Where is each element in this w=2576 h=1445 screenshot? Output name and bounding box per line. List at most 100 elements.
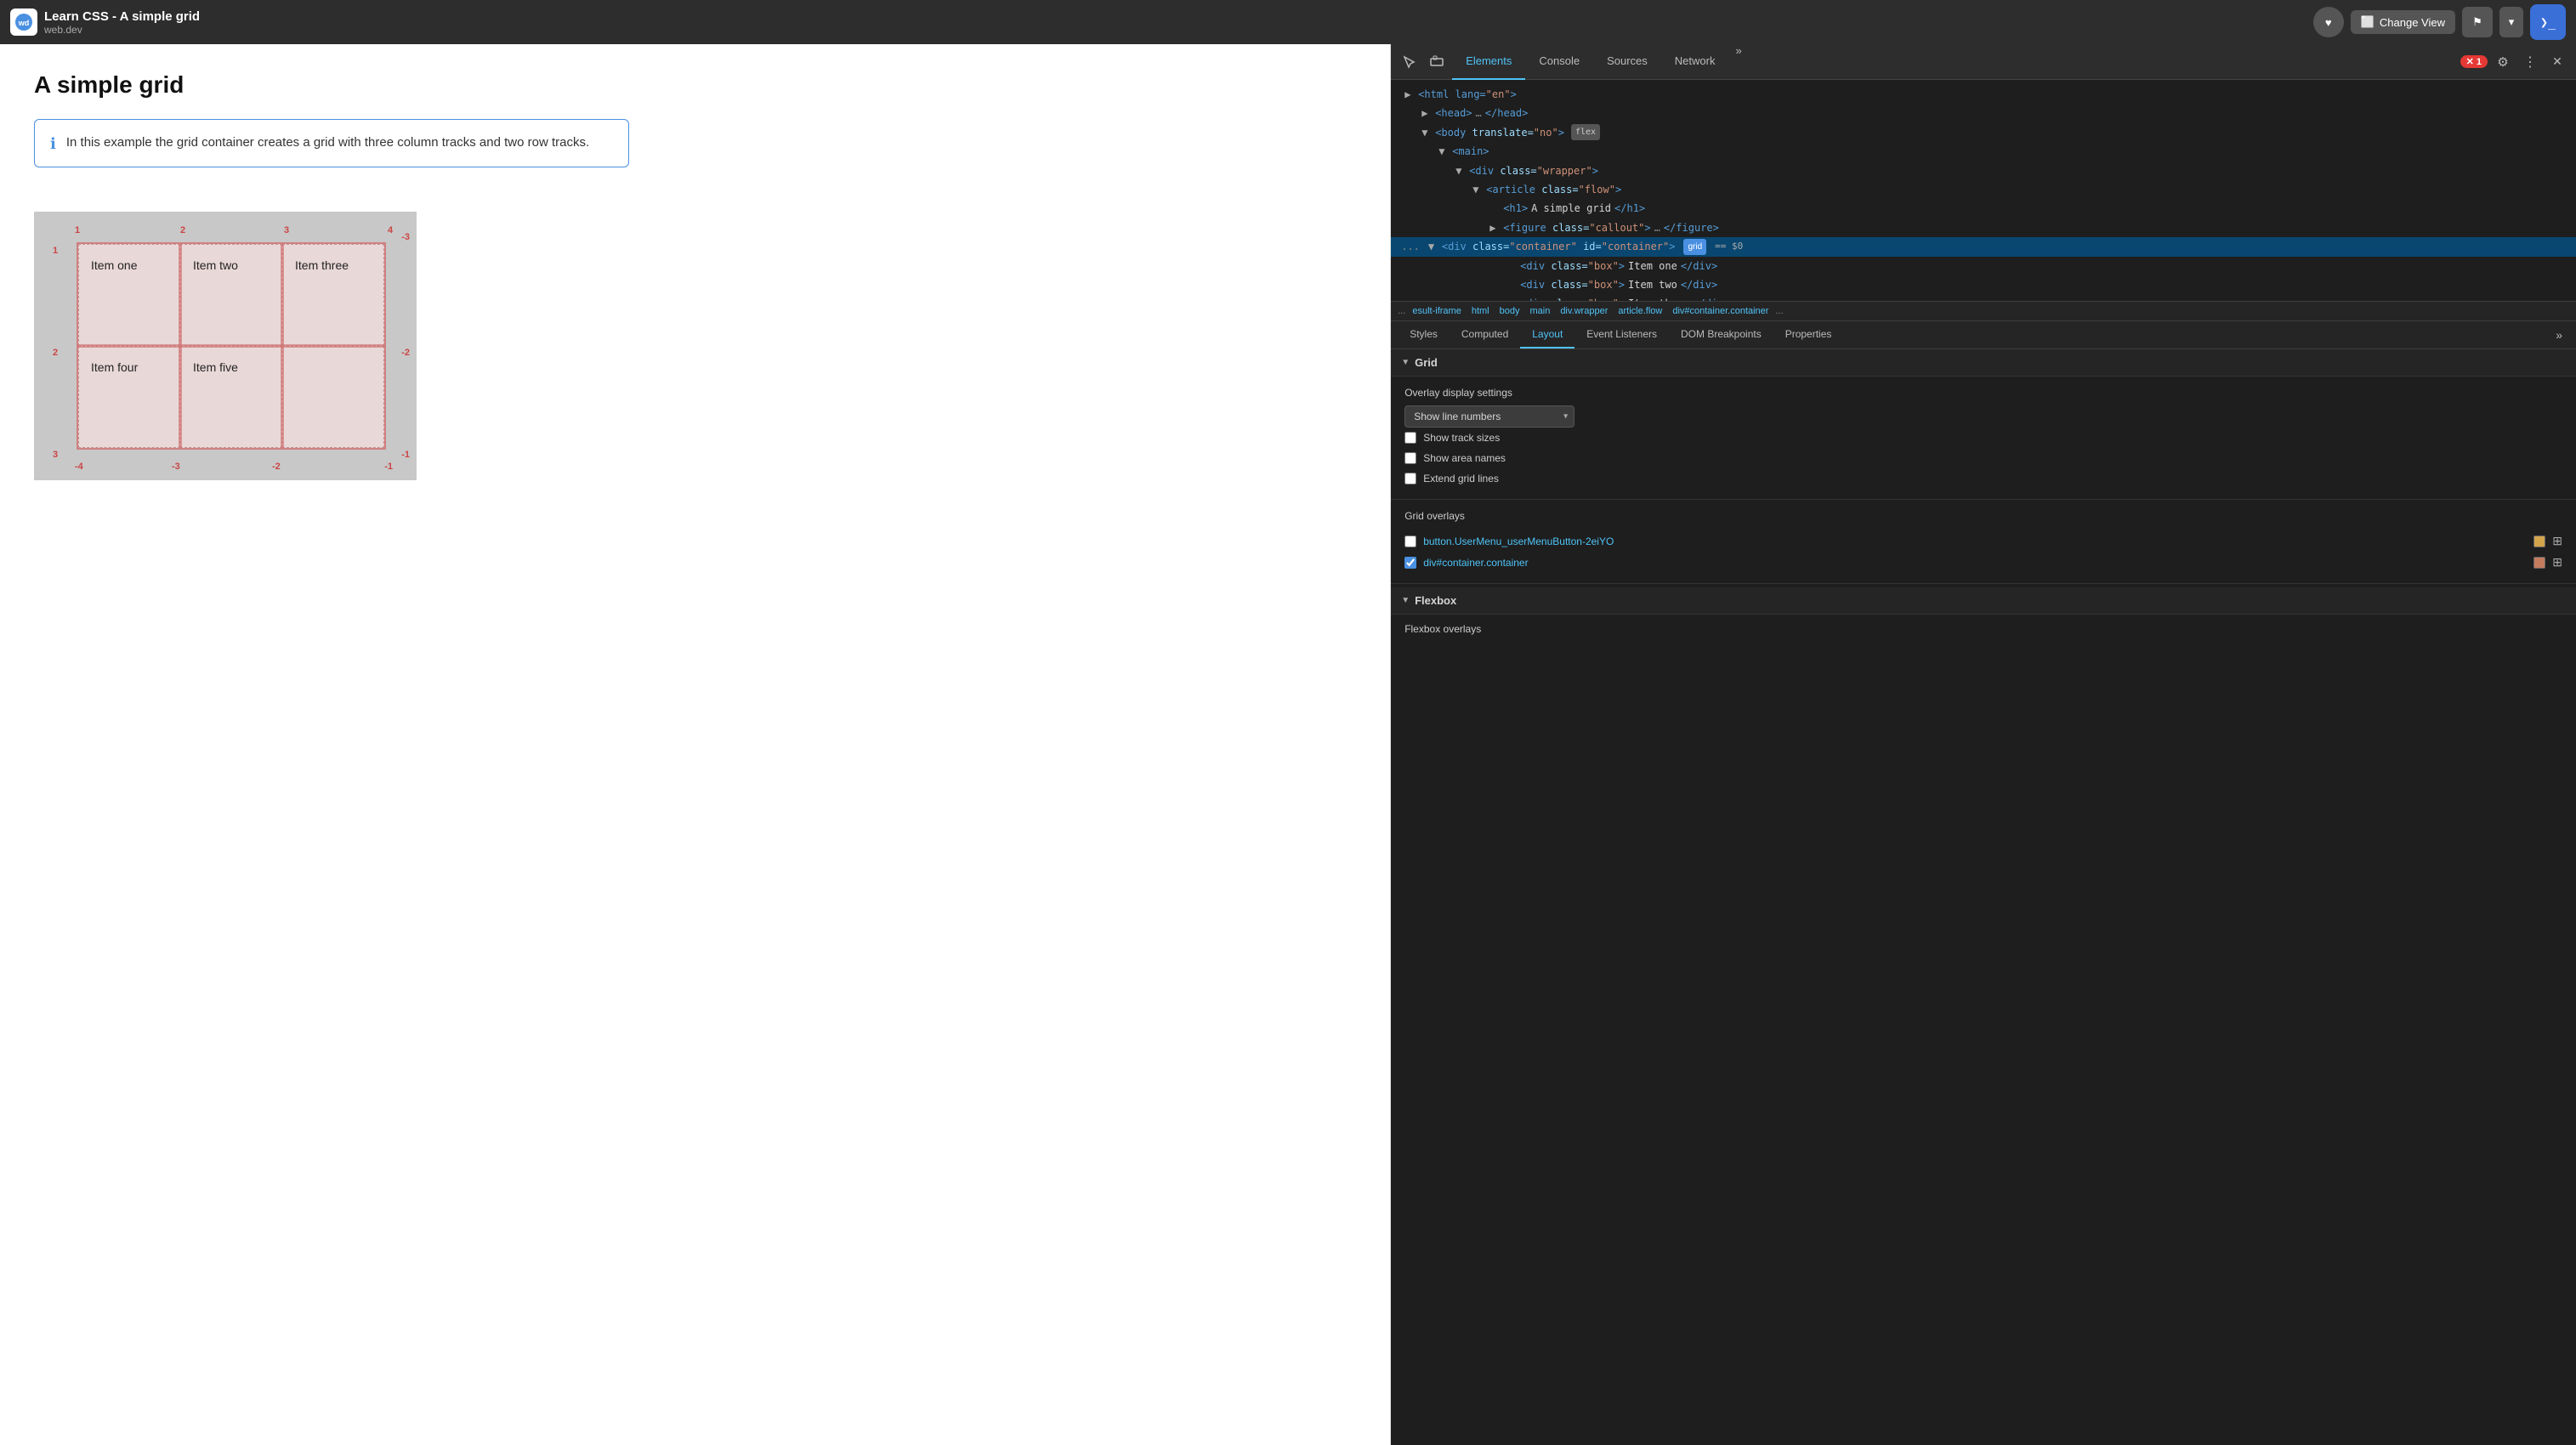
grid-num-right-neg2: -2 xyxy=(401,348,410,358)
extend-grid-lines-row: Extend grid lines xyxy=(1404,468,2562,489)
terminal-button[interactable]: ❯_ xyxy=(2530,4,2566,40)
devtools-pane: Elements Console Sources Network » ✕ 1 ⚙… xyxy=(1391,44,2576,1445)
bc-html[interactable]: html xyxy=(1468,305,1493,317)
heart-button[interactable]: ♥ xyxy=(2313,7,2344,37)
bc-div-wrapper[interactable]: div.wrapper xyxy=(1557,305,1611,317)
overlay-row-1: button.UserMenu_userMenuButton-2eiYO ⊞ xyxy=(1404,530,2562,552)
flexbox-section-title: Flexbox xyxy=(1415,594,1456,607)
grid-num-bot-neg2: -2 xyxy=(272,462,281,472)
grid-section-arrow: ▼ xyxy=(1401,358,1410,367)
dom-line-box3[interactable]: <div class="box">Item three</div> xyxy=(1391,294,2576,301)
sub-tabs-bar: Styles Computed Layout Event Listeners D… xyxy=(1391,321,2576,349)
close-icon: ✕ xyxy=(2552,54,2562,69)
subtab-dom-breakpoints[interactable]: DOM Breakpoints xyxy=(1669,321,1773,348)
subtab-event-listeners[interactable]: Event Listeners xyxy=(1575,321,1669,348)
grid-item-label-5: Item five xyxy=(193,360,238,374)
settings-button[interactable]: ⚙ xyxy=(2491,50,2515,74)
layout-panel[interactable]: ▼ Grid Overlay display settings Show lin… xyxy=(1391,349,2576,1445)
line-numbers-dropdown[interactable]: Show line numbers Show track sizes Show … xyxy=(1404,405,1575,428)
grid-section-header[interactable]: ▼ Grid xyxy=(1391,349,2576,377)
bc-article-flow[interactable]: article.flow xyxy=(1614,305,1665,317)
bookmark-button[interactable]: ⚑ xyxy=(2462,7,2493,37)
overlay-1-label[interactable]: button.UserMenu_userMenuButton-2eiYO xyxy=(1423,536,2527,547)
grid-item-5: Item five xyxy=(180,346,282,448)
grid-num-bot-neg1: -1 xyxy=(384,462,393,472)
inspect-element-button[interactable] xyxy=(1398,50,1421,74)
overlay-2-color-swatch[interactable] xyxy=(2533,557,2545,569)
dom-line-head[interactable]: ▶ <head> … </head> xyxy=(1391,104,2576,122)
gear-icon: ⚙ xyxy=(2497,54,2508,70)
grid-num-left-1: 1 xyxy=(53,246,58,256)
flexbox-section-header[interactable]: ▼ Flexbox xyxy=(1391,587,2576,615)
breadcrumb: ... esult-iframe html body main div.wrap… xyxy=(1391,301,2576,321)
grid-num-top-3: 3 xyxy=(284,225,289,235)
error-x-icon: ✕ xyxy=(2466,56,2474,67)
grid-num-right-neg1: -1 xyxy=(401,450,410,460)
heart-icon: ♥ xyxy=(2325,16,2332,29)
overlay-1-checkbox[interactable] xyxy=(1404,536,1416,547)
info-icon: ℹ xyxy=(50,135,56,153)
show-area-names-checkbox[interactable] xyxy=(1404,452,1416,464)
dom-line-h1[interactable]: <h1>A simple grid</h1> xyxy=(1391,199,2576,218)
overlay-row-2: div#container.container ⊞ xyxy=(1404,552,2562,573)
bc-container[interactable]: div#container.container xyxy=(1669,305,1772,317)
dom-line-container[interactable]: ... ▼ <div class="container" id="contain… xyxy=(1391,237,2576,256)
overlay-settings-label: Overlay display settings xyxy=(1404,387,2562,399)
page-title-group: Learn CSS - A simple grid web.dev xyxy=(44,9,2306,36)
grid-num-bot-neg4: -4 xyxy=(75,462,83,472)
view-dropdown-button[interactable]: ▾ xyxy=(2499,7,2523,37)
subtab-computed[interactable]: Computed xyxy=(1450,321,1520,348)
overlay-2-checkbox[interactable] xyxy=(1404,557,1416,569)
monitor-icon: ⬜ xyxy=(2361,15,2375,29)
sub-tabs-more[interactable]: » xyxy=(2549,321,2569,348)
dom-line-article[interactable]: ▼ <article class="flow"> xyxy=(1391,180,2576,199)
dom-line-box1[interactable]: <div class="box">Item one</div> xyxy=(1391,257,2576,275)
grid-num-top-4: 4 xyxy=(388,225,393,235)
subtab-properties[interactable]: Properties xyxy=(1773,321,1844,348)
overlay-1-color-swatch[interactable] xyxy=(2533,536,2545,547)
dom-line-figure[interactable]: ▶ <figure class="callout"> … </figure> xyxy=(1391,218,2576,237)
tab-sources[interactable]: Sources xyxy=(1593,44,1661,80)
dom-line-main[interactable]: ▼ <main> xyxy=(1391,142,2576,161)
info-box: ℹ In this example the grid container cre… xyxy=(34,119,629,167)
toggle-html[interactable]: ▶ xyxy=(1404,86,1415,103)
tab-network[interactable]: Network xyxy=(1661,44,1729,80)
tabs-more[interactable]: » xyxy=(1728,44,1748,80)
flexbox-overlays-title: Flexbox overlays xyxy=(1404,623,2562,635)
overlay-2-grid-icon[interactable]: ⊞ xyxy=(2552,555,2562,570)
main-layout: A simple grid ℹ In this example the grid… xyxy=(0,44,2576,1445)
grid-item-label-3: Item three xyxy=(295,258,349,272)
dom-line-body[interactable]: ▼ <body translate="no"> flex xyxy=(1391,123,2576,142)
show-track-sizes-checkbox[interactable] xyxy=(1404,432,1416,444)
overlay-1-grid-icon[interactable]: ⊞ xyxy=(2552,534,2562,548)
more-options-button[interactable]: ⋮ xyxy=(2518,50,2542,74)
show-track-sizes-label[interactable]: Show track sizes xyxy=(1423,432,1500,444)
tab-elements[interactable]: Elements xyxy=(1452,44,1525,80)
device-toggle-button[interactable] xyxy=(1425,50,1449,74)
bc-main[interactable]: main xyxy=(1526,305,1553,317)
grid-overlays-title: Grid overlays xyxy=(1404,510,2562,522)
site-logo: wd xyxy=(10,8,37,36)
overlay-2-label[interactable]: div#container.container xyxy=(1423,557,2527,569)
dom-line-html[interactable]: ▶ <html lang="en"> xyxy=(1391,85,2576,104)
dom-tree[interactable]: ▶ <html lang="en"> ▶ <head> … </head> ▼ … xyxy=(1391,80,2576,301)
grid-num-top-neg3: -3 xyxy=(401,232,410,242)
bc-result-iframe[interactable]: esult-iframe xyxy=(1409,305,1464,317)
subtab-layout[interactable]: Layout xyxy=(1520,321,1575,348)
bc-end-dots: ... xyxy=(1775,306,1783,316)
dom-line-box2[interactable]: <div class="box">Item two</div> xyxy=(1391,275,2576,294)
top-bar: wd Learn CSS - A simple grid web.dev ♥ ⬜… xyxy=(0,0,2576,44)
change-view-button[interactable]: ⬜ Change View xyxy=(2351,10,2455,34)
grid-item-4: Item four xyxy=(78,346,180,448)
extend-grid-lines-label[interactable]: Extend grid lines xyxy=(1423,473,1499,484)
tab-console[interactable]: Console xyxy=(1525,44,1593,80)
subtab-styles[interactable]: Styles xyxy=(1398,321,1450,348)
extend-grid-lines-checkbox[interactable] xyxy=(1404,473,1416,484)
change-view-label: Change View xyxy=(2380,16,2445,29)
dom-line-div-wrapper[interactable]: ▼ <div class="wrapper"> xyxy=(1391,162,2576,180)
close-devtools-button[interactable]: ✕ xyxy=(2545,50,2569,74)
page-main-title: Learn CSS - A simple grid xyxy=(44,9,2306,24)
bc-body[interactable]: body xyxy=(1496,305,1523,317)
preview-heading: A simple grid xyxy=(34,71,629,99)
show-area-names-label[interactable]: Show area names xyxy=(1423,452,1506,464)
